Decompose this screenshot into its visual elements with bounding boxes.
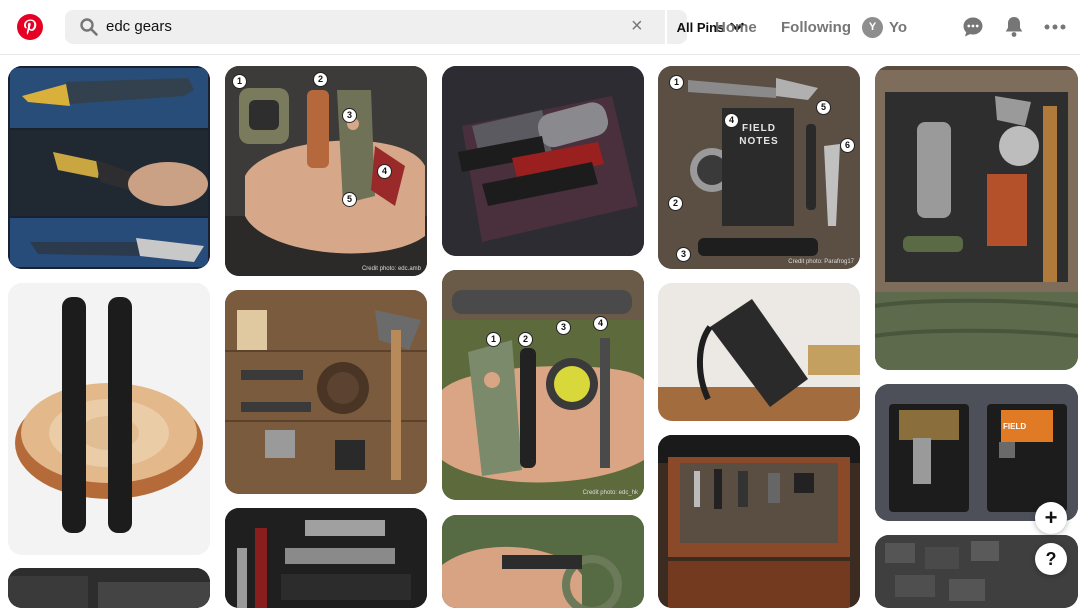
field-pouch-label: FIELD [1003, 422, 1027, 431]
profile-name-link[interactable]: Yo [889, 19, 907, 36]
pin-image [442, 270, 644, 500]
pin-step-badge: 1 [486, 332, 501, 347]
pin-outdoor-canvas-kit[interactable] [875, 66, 1078, 370]
pin-image [8, 568, 210, 608]
pin-step-badge: 5 [816, 100, 831, 115]
pin-multitool-closeup[interactable] [658, 283, 860, 421]
pin-image [8, 283, 210, 555]
pin-multi-tool-card[interactable] [8, 568, 210, 608]
pin-field-pouch-organizer[interactable]: FIELD [875, 384, 1078, 521]
photo-credit: Credit photo: edc.amb [361, 266, 421, 272]
pin-image [225, 290, 427, 494]
photo-credit: Credit photo: edc_hk [582, 490, 638, 496]
pin-image [442, 515, 644, 608]
pin-step-badge: 2 [668, 196, 683, 211]
pin-hand-knife-watch-pen[interactable]: 1 2 3 4 Credit photo: edc_hk [442, 270, 644, 500]
pin-step-badge: 2 [518, 332, 533, 347]
pin-step-badge: 3 [676, 247, 691, 262]
pin-image [225, 508, 427, 608]
pin-step-badge: 4 [377, 164, 392, 179]
pin-image [658, 435, 860, 608]
pin-step-badge: 1 [232, 74, 247, 89]
help-button[interactable]: ? [1035, 543, 1067, 575]
nav-following-link[interactable]: Following [781, 19, 851, 36]
pin-step-badge: 3 [556, 320, 571, 335]
avatar[interactable]: Y [862, 17, 883, 38]
pin-wooden-drawer-knives[interactable] [658, 435, 860, 608]
pin-field-notes-flatlay[interactable]: FIELD NOTES 1 2 3 4 5 6 Credit photo: Pa… [658, 66, 860, 269]
pin-step-badge: 4 [724, 113, 739, 128]
pinterest-logo-icon[interactable] [17, 14, 43, 40]
pin-wallet-multitool-tray[interactable] [442, 66, 644, 256]
pin-image [875, 66, 1078, 370]
pin-image [658, 283, 860, 421]
pin-ferro-rods-wood[interactable] [8, 283, 210, 555]
pin-step-badge: 1 [669, 75, 684, 90]
pin-keychain-tools-dark[interactable] [225, 508, 427, 608]
pin-knives-collage[interactable] [8, 66, 210, 269]
nav-home-link[interactable]: Home [715, 19, 757, 36]
pin-image [658, 66, 860, 269]
add-pin-button[interactable]: + [1035, 502, 1067, 534]
pin-step-badge: 6 [840, 138, 855, 153]
messages-icon[interactable] [960, 14, 986, 40]
pin-step-badge: 3 [342, 108, 357, 123]
search-bar: × All Pins [65, 10, 745, 44]
pin-step-badge: 5 [342, 192, 357, 207]
pin-hand-paracord-knife[interactable] [442, 515, 644, 608]
more-options-icon[interactable] [1042, 14, 1068, 40]
notifications-bell-icon[interactable] [1001, 14, 1027, 40]
search-input[interactable] [106, 18, 586, 35]
pin-step-badge: 2 [313, 72, 328, 87]
pin-image [8, 66, 210, 269]
pin-image [225, 66, 427, 276]
clear-search-icon[interactable]: × [631, 16, 643, 36]
top-nav-bar: × All Pins Home Following Y Yo [0, 0, 1080, 55]
pin-hand-watch-flashlight-knife[interactable]: 1 2 3 4 5 Credit photo: edc.amb [225, 66, 427, 276]
pin-image [875, 384, 1078, 521]
pin-image [442, 66, 644, 256]
pin-step-badge: 4 [593, 316, 608, 331]
pin-bushcraft-axe-flatlay[interactable] [225, 290, 427, 494]
search-icon [80, 18, 98, 36]
photo-credit: Credit photo: Parafrog17 [788, 259, 854, 265]
field-notes-title: FIELD NOTES [739, 123, 779, 147]
